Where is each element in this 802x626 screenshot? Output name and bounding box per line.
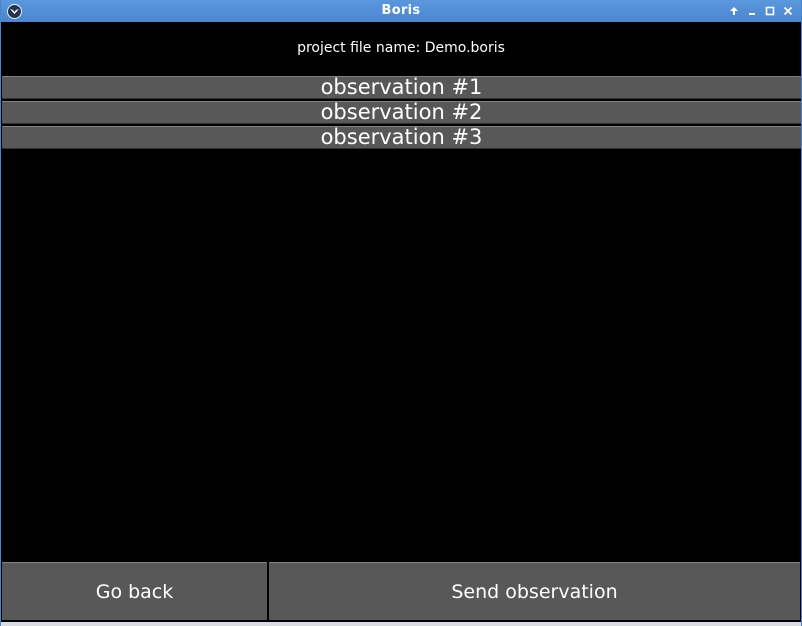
send-observation-button[interactable]: Send observation [269,562,800,620]
observation-button[interactable]: observation #3 [2,126,801,149]
observation-button[interactable]: observation #2 [2,101,801,124]
title-bar: Boris [1,0,801,22]
observation-button[interactable]: observation #1 [2,76,801,99]
maximize-icon[interactable] [763,3,777,18]
main-content: project file name: Demo.boris observatio… [1,22,801,626]
app-window: Boris project file name: Demo.boris obse… [0,0,802,626]
window-title: Boris [381,3,421,18]
minimize-icon[interactable] [745,3,759,18]
keep-above-icon[interactable] [727,3,741,18]
close-icon[interactable] [781,3,795,18]
project-file-label: project file name: Demo.boris [297,40,505,56]
window-bottom-border [1,622,801,626]
go-back-button[interactable]: Go back [2,562,267,620]
observation-list: observation #1 observation #2 observatio… [2,76,801,151]
